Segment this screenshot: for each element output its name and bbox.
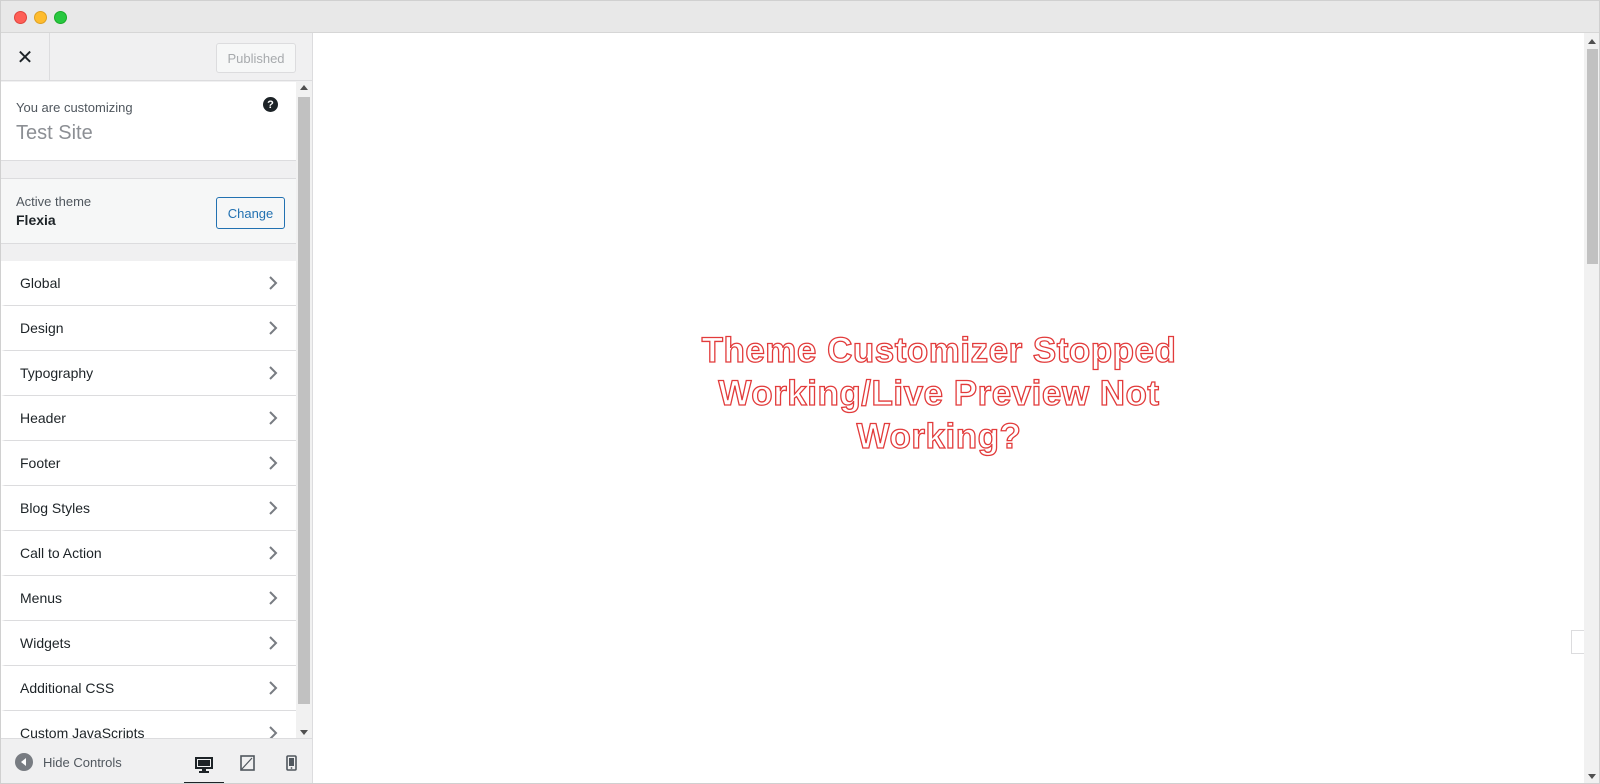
chevron-right-icon	[269, 546, 278, 560]
preview-scrollbar[interactable]	[1584, 33, 1599, 783]
panel-label: Widgets	[20, 635, 71, 651]
help-icon[interactable]: ?	[263, 97, 278, 112]
chevron-right-icon	[269, 591, 278, 605]
hide-controls-icon	[15, 753, 33, 771]
customizer-footer: Hide Controls	[1, 738, 312, 783]
chevron-right-icon	[269, 321, 278, 335]
preview-tablet-button[interactable]	[227, 747, 267, 779]
site-title: Test Site	[16, 122, 93, 144]
close-icon: ✕	[16, 46, 34, 69]
panel-blog-styles[interactable]: Blog Styles	[1, 486, 296, 531]
customizer-header: ✕ Published	[1, 33, 312, 81]
customizer-sidebar: ✕ Published You are customizing Test Sit…	[1, 33, 313, 783]
scrollbar-thumb[interactable]	[298, 97, 310, 704]
scroll-down-arrow[interactable]	[300, 730, 308, 735]
panel-label: Call to Action	[20, 545, 102, 561]
tablet-icon	[239, 755, 255, 771]
hide-controls-label: Hide Controls	[43, 754, 122, 770]
panel-header[interactable]: Header	[1, 396, 296, 441]
panel-label: Design	[20, 320, 64, 336]
panel-widgets[interactable]: Widgets	[1, 621, 296, 666]
panel-label: Footer	[20, 455, 61, 471]
panel-list: Global Design Typography Header Footer B…	[1, 261, 296, 738]
active-theme-section: Active theme Flexia Change	[1, 178, 296, 244]
panel-menus[interactable]: Menus	[1, 576, 296, 621]
chevron-right-icon	[269, 411, 278, 425]
chevron-right-icon	[269, 636, 278, 650]
window-close-dot[interactable]	[14, 11, 27, 24]
panel-label: Typography	[20, 365, 94, 381]
active-theme-label: Active theme	[16, 194, 92, 209]
sidebar-scrollbar[interactable]	[296, 82, 312, 738]
panel-label: Custom JavaScripts	[20, 725, 145, 738]
panel-global[interactable]: Global	[1, 261, 296, 306]
panel-label: Additional CSS	[20, 680, 115, 696]
panel-custom-javascripts[interactable]: Custom JavaScripts	[1, 711, 296, 738]
customizing-label: You are customizing	[16, 100, 133, 115]
chevron-right-icon	[269, 366, 278, 380]
panel-label: Header	[20, 410, 66, 426]
panel-typography[interactable]: Typography	[1, 351, 296, 396]
panel-label: Menus	[20, 590, 63, 606]
preview-mobile-button[interactable]	[271, 747, 311, 779]
published-button[interactable]: Published	[216, 43, 296, 73]
preview-heading: Theme Customizer Stopped Working/Live Pr…	[701, 330, 1177, 456]
desktop-icon	[195, 756, 213, 773]
active-theme-name: Flexia	[16, 212, 56, 228]
hide-controls-button[interactable]: Hide Controls	[15, 753, 122, 771]
title-bar	[1, 1, 1599, 33]
chevron-right-icon	[269, 276, 278, 290]
site-info: You are customizing Test Site ?	[1, 82, 296, 161]
close-customizer-button[interactable]: ✕	[1, 33, 50, 81]
chevron-right-icon	[269, 456, 278, 470]
controls-panel: You are customizing Test Site ? Active t…	[1, 82, 296, 738]
chevron-right-icon	[269, 501, 278, 515]
window-maximize-dot[interactable]	[54, 11, 67, 24]
panel-design[interactable]: Design	[1, 306, 296, 351]
scroll-up-arrow[interactable]	[300, 85, 308, 90]
live-preview[interactable]: Theme Customizer Stopped Working/Live Pr…	[314, 33, 1599, 783]
chevron-right-icon	[269, 726, 278, 738]
panel-footer[interactable]: Footer	[1, 441, 296, 486]
panel-label: Global	[20, 275, 61, 291]
chevron-right-icon	[269, 681, 278, 695]
panel-call-to-action[interactable]: Call to Action	[1, 531, 296, 576]
panel-label: Blog Styles	[20, 500, 91, 516]
panel-additional-css[interactable]: Additional CSS	[1, 666, 296, 711]
preview-scrollbar-thumb[interactable]	[1587, 49, 1598, 264]
window-minimize-dot[interactable]	[34, 11, 47, 24]
preview-desktop-button[interactable]	[184, 747, 224, 783]
preview-scroll-down-arrow[interactable]	[1588, 774, 1596, 779]
browser-window: ✕ Published You are customizing Test Sit…	[0, 0, 1600, 784]
preview-scroll-up-arrow[interactable]	[1588, 39, 1596, 44]
change-theme-button[interactable]: Change	[216, 197, 285, 229]
mobile-icon	[285, 755, 297, 771]
